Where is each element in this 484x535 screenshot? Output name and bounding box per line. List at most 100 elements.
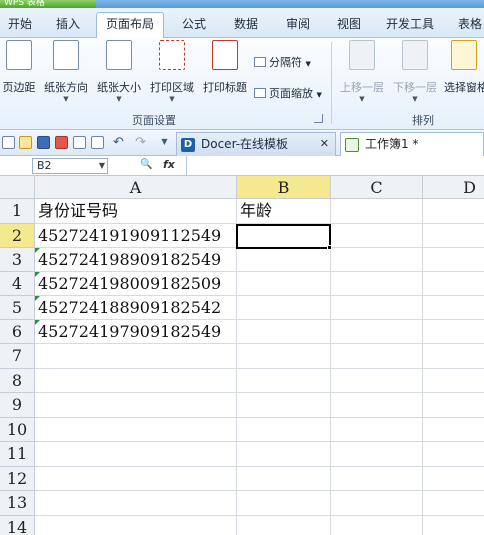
cell-b5[interactable]: [237, 296, 331, 320]
menu-review[interactable]: 审阅: [282, 14, 314, 38]
cell-d4[interactable]: [423, 272, 484, 296]
cell-c11[interactable]: [331, 442, 423, 467]
cell-c6[interactable]: [331, 320, 423, 344]
row-header[interactable]: 11: [0, 442, 35, 467]
formula-input[interactable]: [186, 156, 484, 175]
cell-c1[interactable]: [331, 199, 423, 224]
cell-d11[interactable]: [423, 442, 484, 467]
cell-b10[interactable]: [237, 418, 331, 442]
cell-c13[interactable]: [331, 491, 423, 516]
menu-view[interactable]: 视图: [333, 14, 365, 38]
redo-icon[interactable]: ↷: [134, 136, 147, 149]
name-box[interactable]: B2 ▼: [32, 158, 108, 174]
column-header-d[interactable]: D: [423, 176, 484, 199]
cell-b3[interactable]: [237, 248, 331, 272]
cell-d2[interactable]: [423, 224, 484, 248]
print-preview-icon[interactable]: [91, 136, 104, 149]
tab-workbook[interactable]: 工作簿1 *: [340, 132, 484, 156]
cell-b8[interactable]: [237, 369, 331, 393]
cell-c4[interactable]: [331, 272, 423, 296]
fill-handle[interactable]: [327, 245, 332, 250]
row-header[interactable]: 9: [0, 393, 35, 418]
row-header[interactable]: 12: [0, 467, 35, 491]
cell-a3[interactable]: 452724198909182549: [35, 248, 237, 272]
cell-a13[interactable]: [35, 491, 237, 516]
cell-d9[interactable]: [423, 393, 484, 418]
close-icon[interactable]: ✕: [320, 133, 329, 155]
menu-formulas[interactable]: 公式: [178, 14, 210, 38]
cell-b4[interactable]: [237, 272, 331, 296]
menu-home[interactable]: 开始: [4, 14, 36, 38]
print-icon[interactable]: [73, 136, 86, 149]
row-header[interactable]: 3: [0, 248, 35, 272]
cell-c14[interactable]: [331, 516, 423, 535]
cell-a4[interactable]: 452724198009182509: [35, 272, 237, 296]
cell-a8[interactable]: [35, 369, 237, 393]
row-header[interactable]: 7: [0, 344, 35, 369]
cell-b9[interactable]: [237, 393, 331, 418]
cell-d13[interactable]: [423, 491, 484, 516]
new-file-icon[interactable]: [2, 136, 15, 149]
margins-button[interactable]: 页边距: [0, 40, 38, 95]
cell-b7[interactable]: [237, 344, 331, 369]
column-header-b[interactable]: B: [237, 176, 331, 199]
cell-d1[interactable]: [423, 199, 484, 224]
menu-insert[interactable]: 插入: [52, 14, 84, 38]
row-header[interactable]: 4: [0, 272, 35, 296]
cell-b12[interactable]: [237, 467, 331, 491]
column-header-c[interactable]: C: [331, 176, 423, 199]
cell-a5[interactable]: 452724188909182542: [35, 296, 237, 320]
cell-c3[interactable]: [331, 248, 423, 272]
export-pdf-icon[interactable]: [55, 136, 68, 149]
print-area-button[interactable]: 打印区域 ▼: [148, 40, 196, 103]
cell-b14[interactable]: [237, 516, 331, 535]
print-titles-button[interactable]: 打印标题: [201, 40, 249, 95]
cell-c8[interactable]: [331, 369, 423, 393]
cell-a7[interactable]: [35, 344, 237, 369]
orientation-button[interactable]: 纸张方向 ▼: [42, 40, 90, 103]
row-header[interactable]: 6: [0, 320, 35, 344]
cell-b6[interactable]: [237, 320, 331, 344]
selection-pane-button[interactable]: 选择窗格: [444, 40, 484, 95]
row-header[interactable]: 8: [0, 369, 35, 393]
cell-a6[interactable]: 452724197909182549: [35, 320, 237, 344]
row-header[interactable]: 13: [0, 491, 35, 516]
cell-d5[interactable]: [423, 296, 484, 320]
cell-a11[interactable]: [35, 442, 237, 467]
customize-toolbar-icon[interactable]: ▼: [158, 136, 171, 149]
cell-a9[interactable]: [35, 393, 237, 418]
row-header[interactable]: 5: [0, 296, 35, 320]
breaks-button[interactable]: 分隔符 ▼: [254, 54, 311, 70]
dropdown-arrow-icon[interactable]: ▼: [99, 159, 105, 173]
cell-c12[interactable]: [331, 467, 423, 491]
bring-forward-button[interactable]: 上移一层 ▼: [338, 40, 386, 103]
cell-c5[interactable]: [331, 296, 423, 320]
cell-d12[interactable]: [423, 467, 484, 491]
cell-b1[interactable]: 年龄: [237, 199, 331, 224]
cell-a1[interactable]: 身份证号码: [35, 199, 237, 224]
cell-d6[interactable]: [423, 320, 484, 344]
cell-b11[interactable]: [237, 442, 331, 467]
cell-d10[interactable]: [423, 418, 484, 442]
cell-a2[interactable]: 452724191909112549: [35, 224, 237, 248]
paper-size-button[interactable]: 纸张大小 ▼: [95, 40, 143, 103]
cell-d3[interactable]: [423, 248, 484, 272]
cell-a12[interactable]: [35, 467, 237, 491]
cell-c10[interactable]: [331, 418, 423, 442]
cell-c9[interactable]: [331, 393, 423, 418]
cell-c7[interactable]: [331, 344, 423, 369]
insert-function-icon[interactable]: fx: [163, 158, 175, 171]
open-folder-icon[interactable]: [19, 136, 32, 149]
cell-b13[interactable]: [237, 491, 331, 516]
cell-d7[interactable]: [423, 344, 484, 369]
cell-d14[interactable]: [423, 516, 484, 535]
tab-docer-templates[interactable]: D Docer-在线模板 ✕: [176, 132, 336, 156]
row-header[interactable]: 2: [0, 224, 35, 248]
cell-a10[interactable]: [35, 418, 237, 442]
app-badge[interactable]: WPS 表格: [0, 0, 96, 8]
undo-icon[interactable]: ↶: [112, 136, 125, 149]
row-header[interactable]: 10: [0, 418, 35, 442]
menu-table[interactable]: 表格: [454, 14, 484, 38]
select-all-corner[interactable]: [0, 176, 35, 199]
cell-c2[interactable]: [331, 224, 423, 248]
